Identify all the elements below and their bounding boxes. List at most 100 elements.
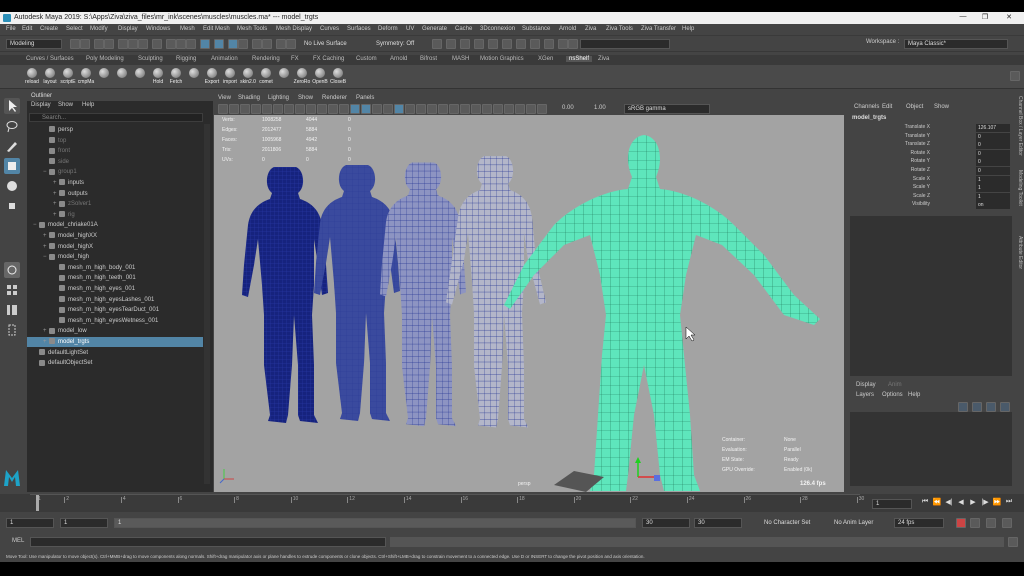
channel-attr-value[interactable]: on — [976, 201, 1010, 210]
viewport-tool-icon[interactable] — [251, 104, 261, 114]
shelf-button[interactable]: scriptE — [58, 67, 78, 87]
channel-box-menu-edit[interactable]: Edit — [882, 104, 892, 110]
viewport-tool-icon[interactable] — [284, 104, 294, 114]
layer-tab-anim[interactable]: Anim — [888, 382, 902, 388]
shelf-button[interactable]: OpenB — [310, 67, 330, 87]
viewport-tool-icon[interactable] — [273, 104, 283, 114]
sound-icon[interactable] — [986, 518, 996, 528]
menu-ziva-tools[interactable]: Ziva Tools — [606, 26, 633, 32]
shelf-tab-arnold[interactable]: Arnold — [390, 56, 407, 62]
step-back-key-icon[interactable]: ⏪ — [932, 498, 942, 508]
viewport-tool-icon[interactable] — [328, 104, 338, 114]
viewport-tool-icon[interactable] — [317, 104, 327, 114]
status-tool-icon[interactable] — [558, 39, 568, 49]
side-tab-modeling-toolkit[interactable]: Modeling Toolkit — [1014, 170, 1023, 206]
outliner-item[interactable]: + model_highXX — [27, 231, 203, 241]
shelf-tab-motion-graphics[interactable]: Motion Graphics — [480, 56, 524, 62]
menu-mesh[interactable]: Mesh — [180, 26, 195, 32]
viewport-tool-icon[interactable] — [537, 104, 547, 114]
mel-label[interactable]: MEL — [12, 538, 24, 544]
layer-button-icon[interactable] — [986, 402, 996, 412]
shelf-tab-sculpting[interactable]: Sculpting — [138, 56, 163, 62]
minimize-icon[interactable]: — — [958, 13, 968, 23]
status-tool-icon[interactable] — [118, 39, 128, 49]
status-tool-icon[interactable] — [276, 39, 286, 49]
menu-select[interactable]: Select — [66, 26, 83, 32]
channel-attr-value[interactable]: 0 — [976, 132, 1010, 141]
outliner-item[interactable]: front — [27, 146, 203, 156]
shelf-button[interactable]: skin2.0 — [238, 67, 258, 87]
live-surface-field[interactable]: No Live Surface — [300, 39, 360, 49]
viewport-tool-icon[interactable] — [416, 104, 426, 114]
shelf-tab-nsshelf[interactable]: nsShelf — [566, 56, 593, 62]
paint-select-icon[interactable] — [4, 138, 20, 154]
menu-3dconnexion[interactable]: 3Dconnexion — [480, 26, 515, 32]
colorspace-dropdown[interactable]: sRGB gamma — [624, 104, 710, 114]
menu-deform[interactable]: Deform — [378, 26, 398, 32]
viewport-tool-icon[interactable] — [526, 104, 536, 114]
character-set-dropdown[interactable]: No Character Set — [760, 518, 822, 528]
shelf-tab-rendering[interactable]: Rendering — [252, 56, 280, 62]
outliner-item[interactable]: top — [27, 136, 203, 146]
channel-attr-row[interactable]: Scale Y 1 — [850, 184, 1020, 193]
shelf-button[interactable]: import — [220, 67, 240, 87]
script-editor-icon[interactable] — [1008, 537, 1018, 547]
layer-menu-help[interactable]: Help — [908, 392, 920, 398]
shelf-button[interactable] — [112, 67, 132, 87]
workspace-dropdown[interactable]: Maya Classic* — [904, 39, 1008, 49]
outliner-item[interactable]: − group1 — [27, 167, 203, 177]
channel-attr-row[interactable]: Rotate Z 0 — [850, 167, 1020, 175]
outliner-item[interactable]: mesh_m_high_eyesWetness_001 — [27, 316, 203, 326]
menu-ziva-transfer[interactable]: Ziva Transfer — [641, 26, 676, 32]
viewport-tool-icon[interactable] — [515, 104, 525, 114]
viewport-menu-panels[interactable]: Panels — [356, 95, 374, 101]
preferences-icon[interactable] — [1002, 518, 1012, 528]
channel-attr-value[interactable]: 0 — [976, 158, 1010, 167]
current-frame-field[interactable]: 1 — [872, 499, 912, 509]
single-view-layout-icon[interactable] — [4, 262, 20, 278]
shelf-tab-rigging[interactable]: Rigging — [176, 56, 196, 62]
shelf-button[interactable]: CloseB — [328, 67, 348, 87]
shelf-button[interactable]: Export — [202, 67, 222, 87]
channel-attr-row[interactable]: Scale Z 1 — [850, 192, 1020, 201]
status-tool-icon[interactable] — [70, 39, 80, 49]
scale-tool-icon[interactable] — [4, 198, 20, 214]
viewport-tool-icon[interactable] — [240, 104, 250, 114]
time-ruler[interactable] — [30, 494, 860, 512]
status-tool-icon[interactable] — [166, 39, 176, 49]
menu-cache[interactable]: Cache — [455, 26, 472, 32]
command-field[interactable] — [580, 39, 670, 49]
outliner-item[interactable]: + inputs — [27, 178, 203, 188]
shelf-tab-poly-modeling[interactable]: Poly Modeling — [86, 56, 124, 62]
go-to-end-icon[interactable]: ⏭ — [1004, 498, 1014, 508]
status-tool-icon[interactable] — [252, 39, 262, 49]
status-tool-icon[interactable] — [176, 39, 186, 49]
shelf-tab-mash[interactable]: MASH — [452, 56, 469, 62]
quick-layout-icon[interactable] — [4, 322, 20, 338]
outliner-item[interactable]: + model_trgts — [27, 337, 203, 347]
shelf-button[interactable] — [130, 67, 150, 87]
outliner-item[interactable]: mesh_m_high_eyesTearDuct_001 — [27, 305, 203, 315]
viewport-menu-show[interactable]: Show — [298, 95, 313, 101]
status-tool-icon[interactable] — [530, 39, 540, 49]
viewport-tool-icon[interactable] — [306, 104, 316, 114]
layer-button-icon[interactable] — [1000, 402, 1010, 412]
outliner-item[interactable]: + model_low — [27, 326, 203, 336]
maximize-icon[interactable]: ❐ — [980, 13, 990, 23]
outliner-item[interactable]: mesh_m_high_eyes_001 — [27, 284, 203, 294]
viewport-menu-view[interactable]: View — [218, 95, 231, 101]
status-tool-icon[interactable] — [460, 39, 470, 49]
outliner-item[interactable]: − model_chriake01A — [27, 220, 203, 230]
viewport-tool-icon[interactable] — [460, 104, 470, 114]
menu-create[interactable]: Create — [40, 26, 58, 32]
shelf-tab-bifrost[interactable]: Bifrost — [420, 56, 437, 62]
channel-attr-row[interactable]: Visibility on — [850, 201, 1020, 210]
select-tool-icon[interactable] — [4, 98, 20, 114]
mel-input[interactable] — [30, 537, 386, 547]
shelf-button[interactable]: Fetch — [166, 67, 186, 87]
menu-arnold[interactable]: Arnold — [559, 26, 576, 32]
status-tool-icon[interactable] — [286, 39, 296, 49]
status-tool-icon[interactable] — [104, 39, 114, 49]
viewport-tool-icon[interactable] — [361, 104, 371, 114]
outliner-item[interactable]: + model_highX — [27, 242, 203, 252]
